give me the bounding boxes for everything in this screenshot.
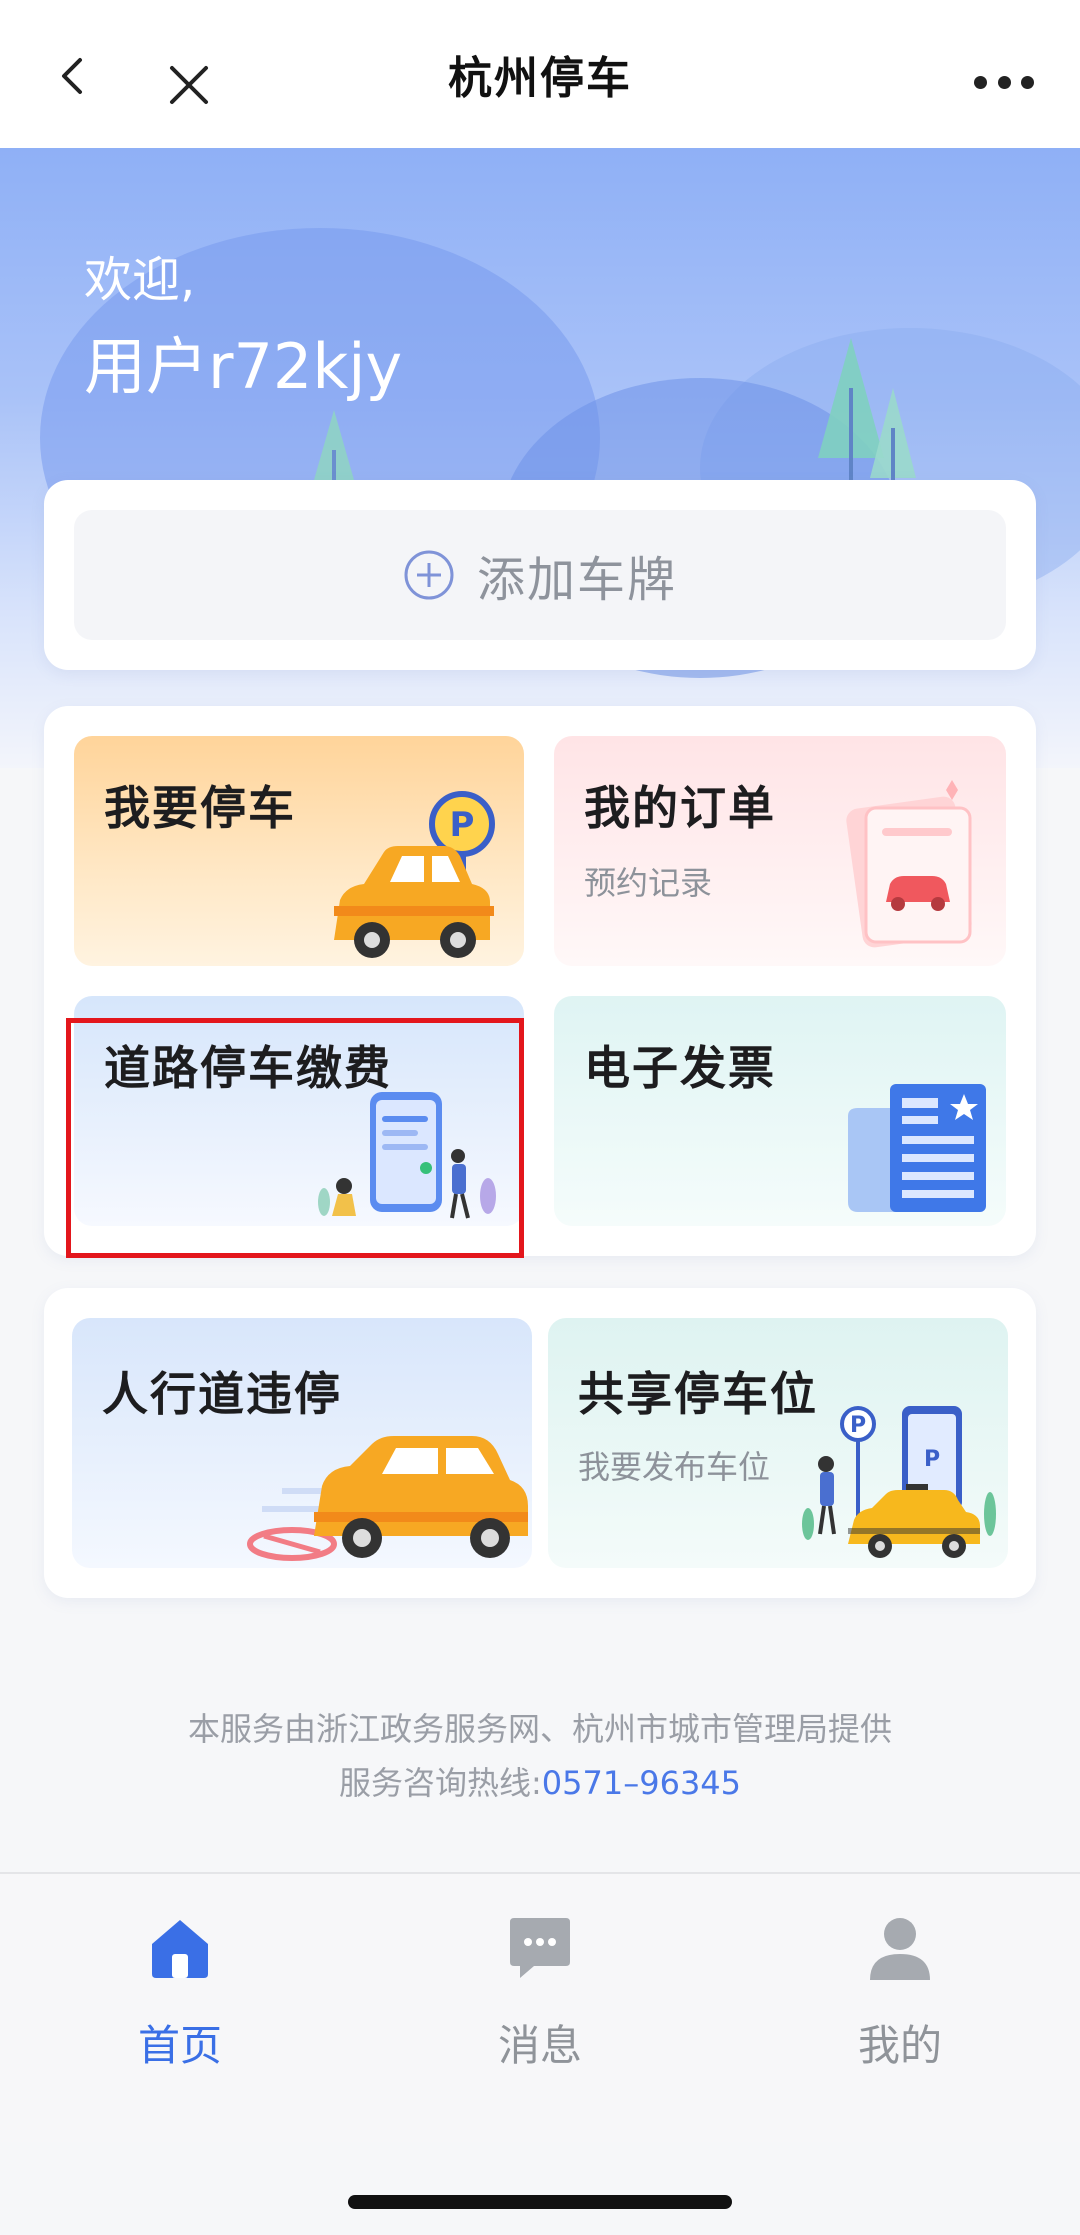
service-title: 电子发票	[584, 1041, 776, 1095]
service-subtitle: 我要发布车位	[578, 1448, 771, 1486]
service-sidewalk-violation[interactable]: 人行道违停	[72, 1318, 532, 1568]
svg-text:P: P	[924, 1447, 940, 1472]
more-menu-icon[interactable]	[974, 76, 1034, 90]
home-icon	[152, 1920, 208, 1978]
hotline-prefix: 服务咨询热线:	[338, 1764, 542, 1802]
mobile-payment-icon	[318, 1092, 496, 1219]
service-road-parking-payment[interactable]: 道路停车缴费	[74, 996, 524, 1226]
welcome-banner: 欢迎, 用户r72kjy	[0, 148, 1080, 768]
services-grid: 我要停车 P 我的订单 预约记录 道路停车缴费 电子发票	[44, 706, 1036, 1256]
footer-hotline-row: 服务咨询热线:0571–96345	[0, 1756, 1080, 1810]
plus-circle-icon	[404, 550, 454, 600]
close-icon[interactable]	[168, 64, 210, 106]
add-plate-button[interactable]: 添加车牌	[74, 510, 1006, 640]
top-nav-bar: 杭州停车	[0, 0, 1080, 148]
invoice-icon	[848, 1084, 986, 1212]
welcome-text: 欢迎,	[84, 252, 196, 308]
footer-provider-text: 本服务由浙江政务服务网、杭州市城市管理局提供	[187, 1710, 892, 1748]
tab-label: 我的	[857, 2021, 942, 2070]
service-title: 我的订单	[584, 781, 776, 835]
service-title: 共享停车位	[578, 1367, 818, 1421]
username: 用户r72kjy	[84, 330, 403, 403]
message-icon	[510, 1918, 570, 1978]
service-shared-parking[interactable]: 共享停车位 我要发布车位 P P	[548, 1318, 1008, 1568]
bottom-tab-bar: 首页 消息 我的	[0, 1872, 1080, 2142]
svg-text:P: P	[450, 805, 475, 845]
page-title: 杭州停车	[448, 53, 632, 104]
user-icon	[870, 1918, 930, 1980]
car-parking-icon: P	[334, 791, 495, 958]
tab-home[interactable]: 首页	[80, 1902, 280, 2070]
hotline-link[interactable]: 0571–96345	[542, 1764, 741, 1802]
back-arrow-icon[interactable]	[52, 56, 92, 96]
home-indicator[interactable]	[348, 2195, 732, 2209]
svg-text:P: P	[850, 1413, 866, 1438]
service-park[interactable]: 我要停车 P	[74, 736, 524, 966]
services-grid-secondary: 人行道违停 共享停车位 我要发布车位 P P	[44, 1288, 1036, 1598]
service-title: 人行道违停	[102, 1367, 342, 1421]
service-subtitle: 预约记录	[584, 864, 713, 902]
service-my-orders[interactable]: 我的订单 预约记录	[554, 736, 1006, 966]
service-e-invoice[interactable]: 电子发票	[554, 996, 1006, 1226]
footer-info: 本服务由浙江政务服务网、杭州市城市管理局提供 服务咨询热线:0571–96345	[0, 1702, 1080, 1810]
add-plate-card: 添加车牌	[44, 480, 1036, 670]
tab-label: 消息	[497, 2021, 582, 2070]
shared-parking-icon: P P	[802, 1406, 996, 1558]
order-document-icon	[846, 780, 972, 948]
tab-profile[interactable]: 我的	[800, 1902, 1000, 2070]
service-title: 我要停车	[104, 781, 296, 835]
car-violation-icon	[247, 1436, 528, 1561]
tab-label: 首页	[137, 2021, 222, 2070]
tab-messages[interactable]: 消息	[440, 1902, 640, 2070]
add-plate-label: 添加车牌	[476, 552, 677, 608]
